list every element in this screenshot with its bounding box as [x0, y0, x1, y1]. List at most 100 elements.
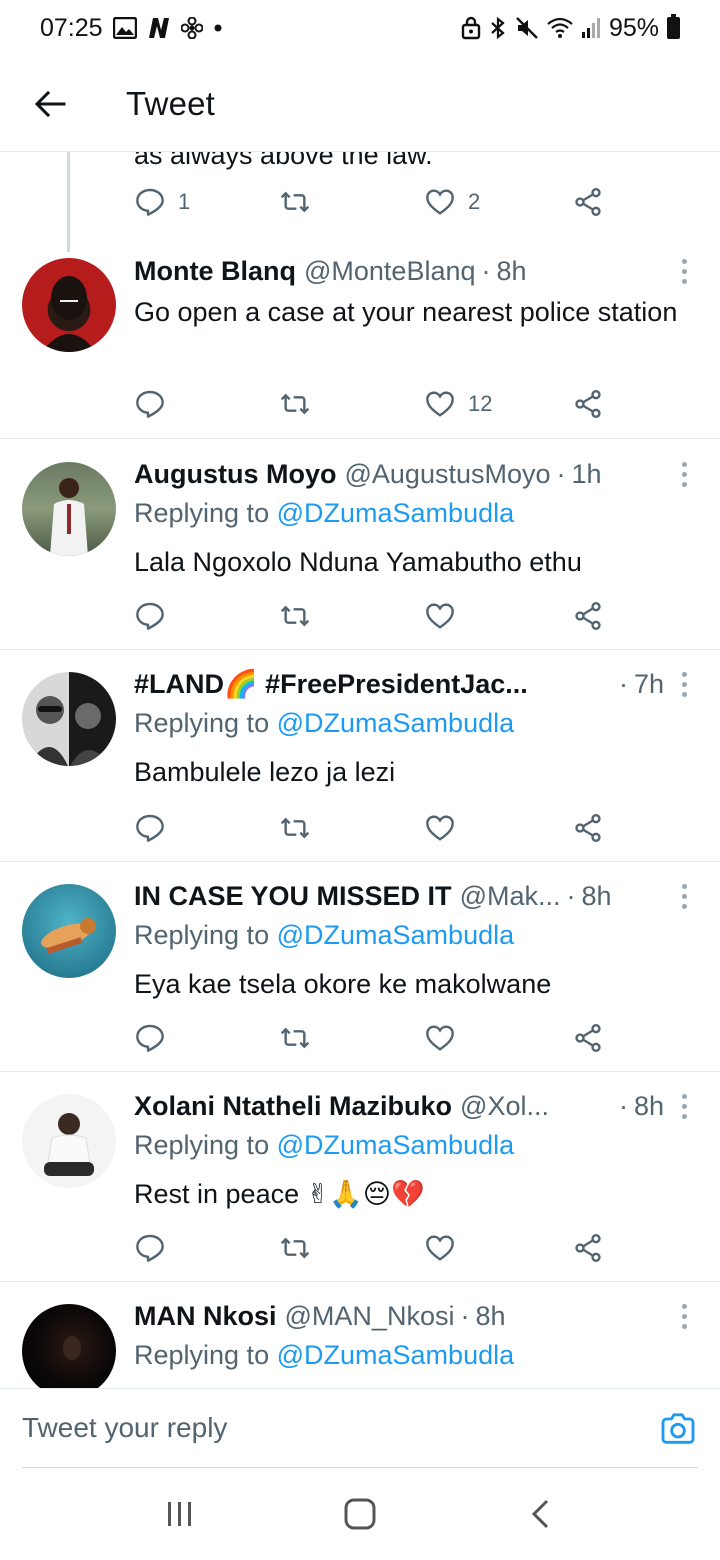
- tweet[interactable]: #LAND🌈 #FreePresidentJac... · 7h Replyin…: [0, 650, 720, 862]
- share-icon: [575, 1024, 601, 1052]
- reply-button[interactable]: [134, 388, 178, 420]
- reply-button[interactable]: [134, 1022, 166, 1054]
- reply-button[interactable]: [134, 1232, 166, 1264]
- mention-link[interactable]: @DZumaSambudla: [277, 920, 515, 950]
- tweet[interactable]: IN CASE YOU MISSED IT @Mak... · 8h Reply…: [0, 862, 720, 1072]
- tweet-text: Lala Ngoxolo Nduna Yamabutho ethu: [134, 547, 582, 577]
- tweet[interactable]: Xolani Ntatheli Mazibuko @Xol... · 8h Re…: [0, 1072, 720, 1282]
- gallery-icon: [112, 17, 137, 39]
- share-button[interactable]: [572, 1022, 604, 1054]
- reply-button[interactable]: 1: [134, 186, 190, 218]
- author-name[interactable]: Augustus Moyo: [134, 459, 337, 490]
- tweet-time: 8h: [496, 255, 527, 286]
- retweet-button[interactable]: [279, 1022, 311, 1054]
- author-name[interactable]: #LAND🌈 #FreePresidentJac...: [134, 668, 528, 700]
- more-dot: [681, 471, 687, 477]
- reply-button[interactable]: [134, 600, 166, 632]
- separator-dot: ·: [556, 458, 566, 489]
- status-bar: 07:25 95%: [0, 0, 720, 56]
- tweet-header: IN CASE YOU MISSED IT @Mak... · 8h: [134, 876, 664, 916]
- more-dot: [681, 1113, 687, 1119]
- bluetooth-icon: [489, 16, 507, 40]
- author-handle[interactable]: @AugustusMoyo: [345, 459, 551, 490]
- share-icon: [575, 814, 601, 842]
- author-handle[interactable]: @MAN_Nkosi: [285, 1301, 455, 1332]
- retweet-button[interactable]: [279, 1232, 311, 1264]
- mention-link[interactable]: @DZumaSambudla: [277, 708, 515, 738]
- share-button[interactable]: [572, 1232, 604, 1264]
- more-options-button[interactable]: [672, 876, 696, 916]
- author-handle[interactable]: @Mak...: [460, 881, 561, 912]
- more-dot: [681, 893, 687, 899]
- mention-link[interactable]: @DZumaSambudla: [277, 1340, 515, 1370]
- wifi-icon: [547, 17, 573, 39]
- more-options-button[interactable]: [672, 454, 696, 494]
- arrow-left-icon: [34, 90, 66, 117]
- tweet-text: Eya kae tsela okore ke makolwane: [134, 969, 552, 999]
- like-button[interactable]: [424, 1022, 456, 1054]
- tweet-time: 1h: [571, 458, 602, 489]
- share-icon: [575, 602, 601, 630]
- avatar[interactable]: [22, 1094, 116, 1188]
- share-icon: [575, 390, 601, 418]
- avatar-image: [44, 1113, 94, 1176]
- tweet-header: Monte Blanq @MonteBlanq · 8h: [134, 251, 664, 291]
- separator-dot: ·: [481, 255, 491, 286]
- like-button[interactable]: [424, 600, 456, 632]
- retweet-button[interactable]: [279, 388, 323, 420]
- reply-input[interactable]: [22, 1403, 622, 1453]
- like-button[interactable]: [424, 1232, 456, 1264]
- mention-link[interactable]: @DZumaSambudla: [277, 498, 515, 528]
- share-button[interactable]: [572, 186, 604, 218]
- author-name[interactable]: Xolani Ntatheli Mazibuko: [134, 1091, 452, 1122]
- more-options-button[interactable]: [672, 664, 696, 704]
- more-dot: [681, 461, 687, 467]
- avatar-image: [42, 276, 96, 352]
- avatar[interactable]: [22, 462, 116, 556]
- retweet-button[interactable]: [279, 600, 311, 632]
- avatar[interactable]: [22, 672, 116, 766]
- replying-label: Replying to: [134, 920, 270, 950]
- share-button[interactable]: [572, 812, 604, 844]
- reply-button[interactable]: [134, 812, 166, 844]
- author-handle[interactable]: @MonteBlanq: [304, 256, 476, 287]
- home-button[interactable]: [330, 1484, 390, 1544]
- like-button[interactable]: 12: [424, 388, 492, 420]
- system-back-button[interactable]: [510, 1484, 570, 1544]
- author-name[interactable]: Monte Blanq: [134, 256, 296, 287]
- like-button[interactable]: 2: [424, 186, 480, 218]
- replies-feed[interactable]: as always above the law. 1 2 Monte Blanq…: [0, 152, 720, 1388]
- like-count: 12: [468, 391, 493, 416]
- camera-icon: [661, 1413, 695, 1444]
- tweet[interactable]: Augustus Moyo @AugustusMoyo · 1h Replyin…: [0, 440, 720, 650]
- tweet-header: Augustus Moyo @AugustusMoyo · 1h: [134, 454, 664, 494]
- tweet-text: Go open a case at your nearest police st…: [134, 297, 678, 327]
- retweet-button[interactable]: [279, 812, 311, 844]
- author-name[interactable]: MAN Nkosi: [134, 1301, 277, 1332]
- retweet-icon: [280, 1237, 310, 1259]
- back-button[interactable]: [20, 74, 80, 134]
- author-name[interactable]: IN CASE YOU MISSED IT: [134, 881, 452, 912]
- like-button[interactable]: [424, 812, 456, 844]
- retweet-button[interactable]: [279, 186, 323, 218]
- avatar[interactable]: [22, 884, 116, 978]
- retweet-icon: [280, 191, 310, 213]
- mention-link[interactable]: @DZumaSambudla: [277, 1130, 515, 1160]
- more-options-button[interactable]: [672, 1296, 696, 1336]
- author-handle[interactable]: @Xol...: [460, 1091, 549, 1122]
- share-icon: [575, 1234, 601, 1262]
- more-options-button[interactable]: [672, 251, 696, 291]
- avatar[interactable]: [22, 258, 116, 352]
- share-button[interactable]: [572, 388, 604, 420]
- mute-icon: [515, 16, 539, 40]
- tweet[interactable]: MAN Nkosi @MAN_Nkosi · 8h Replying to @D…: [0, 1282, 720, 1388]
- tweet[interactable]: Monte Blanq @MonteBlanq · 8h Go open a c…: [0, 234, 720, 439]
- more-options-button[interactable]: [672, 1086, 696, 1126]
- share-button[interactable]: [572, 600, 604, 632]
- avatar[interactable]: [22, 1304, 116, 1388]
- more-dot: [681, 1103, 687, 1109]
- recents-button[interactable]: [150, 1484, 210, 1544]
- camera-button[interactable]: [658, 1409, 698, 1449]
- avatar-image: [41, 918, 96, 954]
- retweet-icon: [280, 1027, 310, 1049]
